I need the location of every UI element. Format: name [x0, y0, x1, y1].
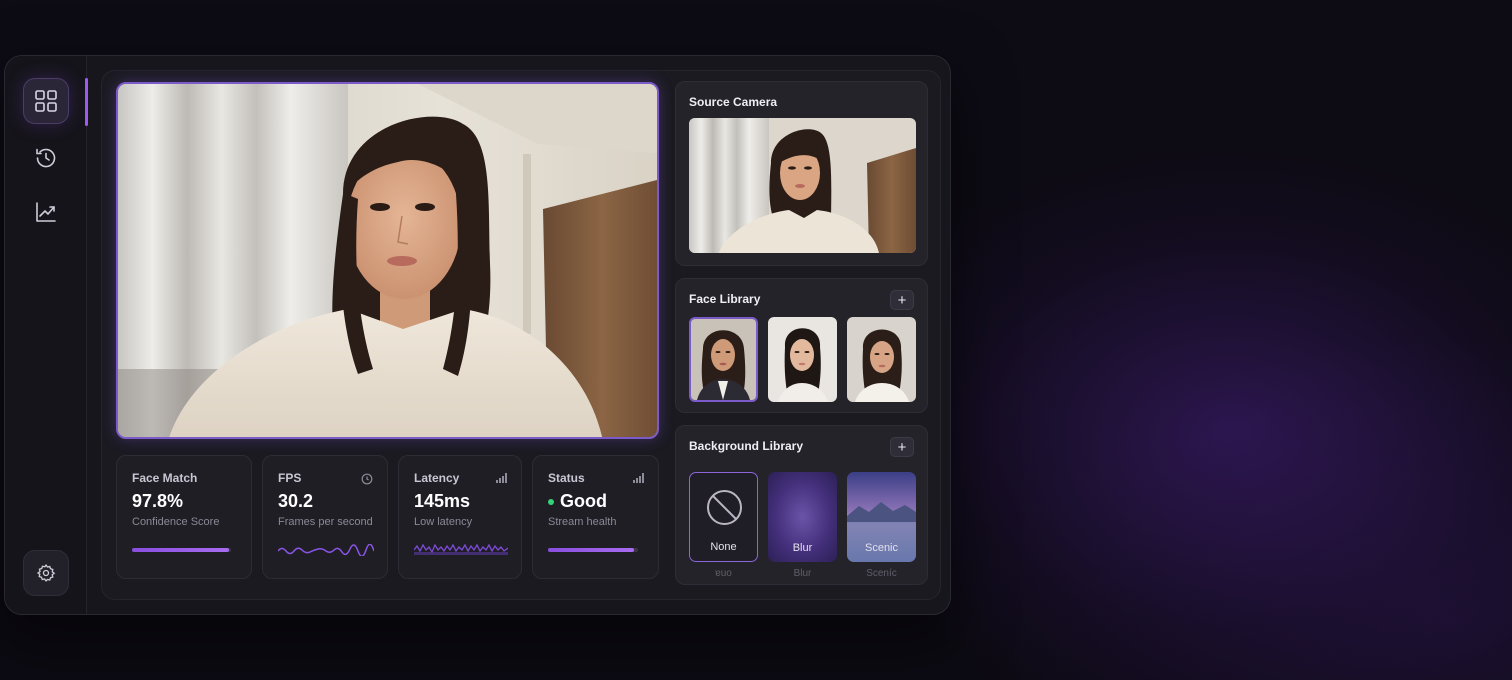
- progress-fill: [548, 548, 634, 552]
- stat-subtitle: Stream health: [548, 516, 617, 528]
- active-nav-indicator: [85, 78, 88, 126]
- signal-bars-icon: [633, 473, 644, 483]
- source-camera-title: Source Camera: [689, 95, 778, 109]
- stat-label: Latency: [414, 471, 460, 485]
- background-library-title: Background Library: [689, 439, 804, 453]
- stat-value-row: Good: [548, 491, 644, 512]
- background-option-label: None: [710, 541, 737, 553]
- settings-button[interactable]: [23, 550, 69, 596]
- clock-icon: [361, 473, 373, 485]
- stream-health-bar: [548, 548, 638, 552]
- stat-label: Face Match: [132, 471, 198, 485]
- confidence-progress-bar: [132, 548, 231, 552]
- stat-card-status: Status Good Stream health: [532, 455, 659, 579]
- live-video-feed[interactable]: [116, 82, 659, 439]
- stat-value: 97.8%: [132, 491, 184, 511]
- stat-subtitle: Confidence Score: [132, 516, 220, 528]
- stat-label: FPS: [278, 471, 302, 485]
- stat-value: 30.2: [278, 491, 314, 511]
- latency-waveform: [414, 543, 508, 555]
- background-reflection-label: Sceníc: [866, 568, 897, 579]
- face-thumbnail-image: [691, 319, 756, 400]
- stat-card-latency: Latency 145ms Low latency: [398, 455, 522, 579]
- nav-dashboard-button[interactable]: [23, 78, 69, 124]
- background-reflection-label: ɐuo: [715, 568, 732, 579]
- stat-subtitle: Frames per second: [278, 516, 373, 528]
- analytics-chart-icon: [36, 202, 56, 222]
- face-library-title: Face Library: [689, 292, 761, 306]
- stat-subtitle: Low latency: [414, 516, 473, 528]
- background-reflection-label: Blur: [793, 568, 812, 579]
- background-option-label: Scenic: [864, 542, 899, 554]
- face-thumbnail[interactable]: [689, 317, 758, 402]
- add-face-button[interactable]: +: [890, 290, 914, 310]
- stat-label: Status: [548, 471, 585, 485]
- progress-fill: [132, 548, 230, 552]
- dashboard-grid-icon: [35, 90, 57, 112]
- stat-card-fps: FPS 30.2 Frames per second: [262, 455, 388, 579]
- face-thumbnail[interactable]: [847, 317, 916, 402]
- history-clock-icon: [36, 148, 56, 168]
- stat-card-face-match: Face Match 97.8% Confidence Score: [116, 455, 252, 579]
- add-background-button[interactable]: +: [890, 437, 914, 457]
- background-option-none[interactable]: None: [689, 472, 758, 562]
- nav-analytics-button[interactable]: [23, 189, 69, 235]
- source-camera-preview[interactable]: [689, 118, 916, 253]
- source-camera-image: [689, 118, 916, 253]
- fps-sparkline: [278, 544, 374, 556]
- nav-history-button[interactable]: [23, 135, 69, 181]
- app-window: Face Match 97.8% Confidence Score FPS 30…: [4, 55, 951, 615]
- face-library-card: Face Library +: [675, 278, 928, 413]
- face-thumbnail[interactable]: [768, 317, 837, 402]
- sidebar-nav: [5, 56, 88, 614]
- gear-icon: [36, 563, 56, 582]
- background-option-blur[interactable]: Blur: [768, 472, 837, 562]
- background-option-label: Blur: [792, 542, 813, 554]
- status-value: Good: [560, 491, 607, 511]
- source-camera-card: Source Camera: [675, 81, 928, 266]
- stat-value: 145ms: [414, 491, 471, 511]
- no-background-icon: [707, 490, 742, 525]
- background-option-scenic[interactable]: Scenic: [847, 472, 916, 562]
- background-library-card: Background Library + None Blur Scenic ɐu…: [675, 425, 928, 585]
- face-thumbnail-image: [847, 317, 916, 402]
- signal-bars-icon: [496, 473, 507, 483]
- face-thumbnail-image: [768, 317, 837, 402]
- live-video-image: [118, 84, 657, 437]
- status-dot: [548, 498, 554, 505]
